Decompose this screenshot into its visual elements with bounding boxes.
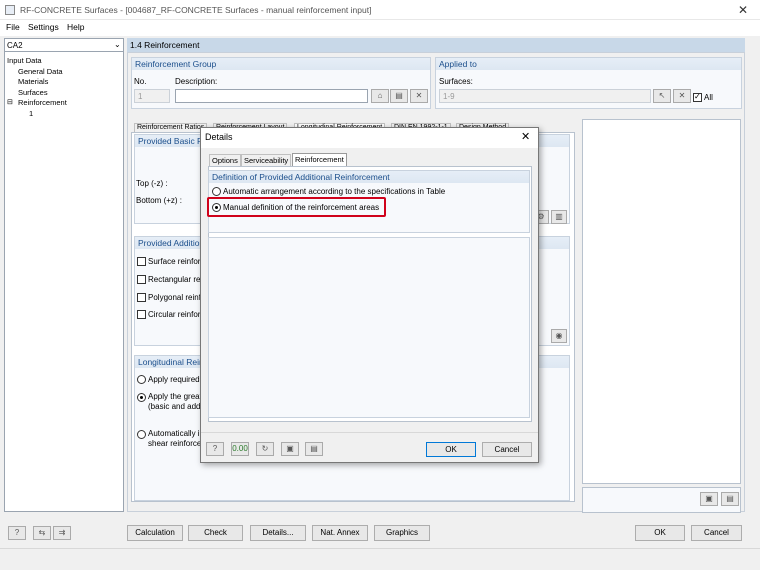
calculation-button[interactable]: Calculation <box>127 525 183 541</box>
description-label: Description: <box>175 77 218 86</box>
menu-bar <box>0 20 760 36</box>
export-data-icon[interactable]: ⇉ <box>53 526 71 540</box>
dialog-empty-area <box>208 237 530 418</box>
opt-auto-increase-label: Automatically in <box>148 429 205 438</box>
select-icon[interactable]: ↖ <box>653 89 671 103</box>
case-combo-value: CA2 <box>7 41 23 50</box>
section-header: 1.4 Reinforcement <box>127 38 745 52</box>
case-combo[interactable]: CA2 ⌄ <box>4 38 124 52</box>
navigator-panel <box>4 38 124 512</box>
group-no-select[interactable]: 1 <box>134 89 170 103</box>
details-dialog: Details ✕ Options Serviceability Reinfor… <box>200 127 539 463</box>
refresh-icon[interactable]: ↻ <box>256 442 274 456</box>
menu-settings[interactable]: Settings <box>28 22 59 32</box>
load-default-icon[interactable]: ▤ <box>305 442 323 456</box>
description-input[interactable] <box>175 89 368 103</box>
tree-item-general-data[interactable]: General Data <box>18 67 63 76</box>
graphic-panel <box>582 119 741 484</box>
tree-item-surfaces[interactable]: Surfaces <box>18 88 48 97</box>
dialog-cancel-button[interactable]: Cancel <box>482 442 532 457</box>
tree-item-1[interactable]: 1 <box>29 109 33 118</box>
copy-icon[interactable]: ▤ <box>390 89 408 103</box>
details-button[interactable]: Details... <box>250 525 306 541</box>
title-bar: RF-CONCRETE Surfaces - [004687_RF-CONCRE… <box>0 0 760 20</box>
opt-apply-greater-label: Apply the greate <box>148 392 207 401</box>
dialog-close-icon[interactable]: ✕ <box>521 130 530 143</box>
ok-button[interactable]: OK <box>635 525 685 541</box>
tree-item-materials[interactable]: Materials <box>18 77 48 86</box>
help-icon[interactable]: ? <box>8 526 26 540</box>
open-icon[interactable]: ⌂ <box>371 89 389 103</box>
menu-help[interactable]: Help <box>67 22 84 32</box>
surfaces-label: Surfaces: <box>439 77 473 86</box>
circular-reinf-label: Circular reinforc <box>148 310 205 319</box>
circular-reinf-checkbox[interactable] <box>137 310 146 319</box>
reinforcement-group-title: Reinforcement Group <box>132 58 430 70</box>
opt-apply-required-label: Apply required l <box>148 375 204 384</box>
definition-title: Definition of Provided Additional Reinfo… <box>209 171 529 183</box>
chevron-down-icon: ⌄ <box>114 40 121 49</box>
tree-root[interactable]: Input Data <box>7 56 42 65</box>
polygonal-reinf-label: Polygonal reinfo <box>148 293 206 302</box>
auto-arrangement-radio[interactable] <box>212 187 221 196</box>
surface-reinf-label: Surface reinforc <box>148 257 205 266</box>
opt-apply-required-radio[interactable] <box>137 375 146 384</box>
opt-auto-increase-radio[interactable] <box>137 430 146 439</box>
rectangular-reinf-label: Rectangular rein <box>148 275 207 284</box>
polygonal-reinf-checkbox[interactable] <box>137 293 146 302</box>
dialog-title: Details <box>205 132 233 142</box>
top-label: Top (-z) : <box>136 179 168 188</box>
view-icon[interactable]: ◉ <box>551 329 567 343</box>
check-button[interactable]: Check <box>188 525 243 541</box>
dialog-ok-button[interactable]: OK <box>426 442 476 457</box>
tree-collapse-icon[interactable]: ⊟ <box>7 98 13 106</box>
all-label: All <box>704 93 713 102</box>
dialog-tab-reinforcement[interactable]: Reinforcement <box>292 153 347 166</box>
bottom-label: Bottom (+z) : <box>136 196 183 205</box>
opt-apply-greater-radio[interactable] <box>137 393 146 402</box>
rectangular-reinf-checkbox[interactable] <box>137 275 146 284</box>
dialog-divider <box>201 432 538 433</box>
dialog-tab-serviceability[interactable]: Serviceability <box>241 154 292 166</box>
library-icon[interactable]: ▥ <box>551 210 567 224</box>
auto-arrangement-label: Automatic arrangement according to the s… <box>223 187 448 196</box>
graphics-button[interactable]: Graphics <box>374 525 430 541</box>
dialog-tab-options[interactable]: Options <box>209 154 241 166</box>
manual-definition-radio[interactable] <box>212 203 221 212</box>
status-bar <box>0 548 760 570</box>
window-title: RF-CONCRETE Surfaces - [004687_RF-CONCRE… <box>20 5 372 15</box>
surfaces-input[interactable]: 1-9 <box>439 89 651 103</box>
cancel-button[interactable]: Cancel <box>691 525 742 541</box>
opt-apply-greater-label-2: (basic and add. <box>148 402 203 411</box>
check-icon: ✓ <box>694 92 701 101</box>
menu-file[interactable]: File <box>6 22 20 32</box>
tree-item-reinforcement[interactable]: Reinforcement <box>18 98 67 107</box>
export-icon[interactable]: ▣ <box>700 492 718 506</box>
no-label: No. <box>134 77 147 86</box>
dialog-title-bar <box>201 128 538 148</box>
surface-reinf-checkbox[interactable] <box>137 257 146 266</box>
nat-annex-button[interactable]: Nat. Annex <box>312 525 368 541</box>
delete-icon[interactable]: ✕ <box>410 89 428 103</box>
help-icon[interactable]: ? <box>206 442 224 456</box>
applied-to-title: Applied to <box>436 58 741 70</box>
close-icon[interactable]: ✕ <box>738 3 748 17</box>
manual-definition-label: Manual definition of the reinforcement a… <box>223 203 380 212</box>
print-icon[interactable]: ▤ <box>721 492 739 506</box>
import-icon[interactable]: ⇆ <box>33 526 51 540</box>
app-icon <box>5 5 15 15</box>
save-default-icon[interactable]: ▣ <box>281 442 299 456</box>
clear-icon[interactable]: ✕ <box>673 89 691 103</box>
units-icon[interactable]: 0.00 <box>231 442 249 456</box>
opt-auto-increase-label-2: shear reinforcer <box>148 439 205 448</box>
all-checkbox[interactable]: ✓ <box>693 92 702 102</box>
